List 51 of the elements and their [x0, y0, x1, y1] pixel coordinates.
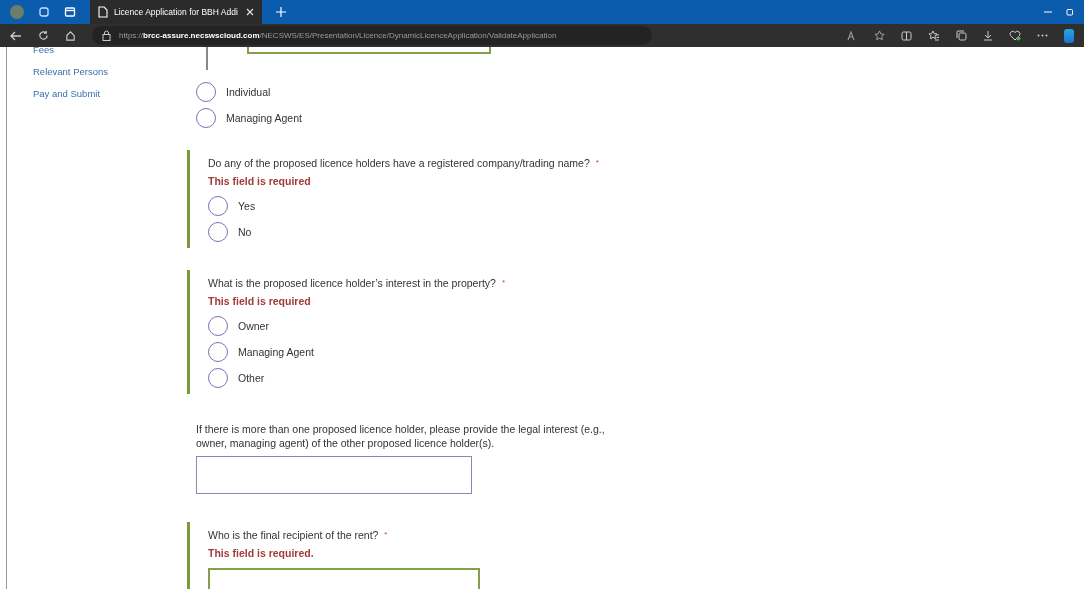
tab-actions-icon[interactable]: [64, 6, 76, 18]
close-icon[interactable]: [246, 8, 254, 16]
browser-tab[interactable]: Licence Application for BBH Addi: [90, 0, 262, 24]
radio-label: Managing Agent: [238, 346, 314, 358]
favorites-icon[interactable]: [928, 30, 940, 41]
text-field[interactable]: [247, 47, 491, 54]
restore-icon[interactable]: [1066, 8, 1074, 16]
collections-icon[interactable]: [956, 30, 967, 41]
minimize-icon[interactable]: [1044, 8, 1052, 16]
text-field[interactable]: [196, 456, 472, 494]
radio-label: Yes: [238, 200, 256, 212]
radio-label: No: [238, 226, 252, 238]
page-icon: [98, 6, 108, 18]
required-asterisk: *: [384, 530, 388, 539]
error-message: This field is required: [208, 175, 312, 187]
radio-label: Managing Agent: [226, 112, 302, 124]
question-label: Who is the final recipient of the rent?: [208, 529, 379, 541]
sidebar-link[interactable]: Pay and Submit: [33, 88, 187, 99]
required-asterisk: *: [595, 158, 599, 167]
question-label: What is the proposed licence holder’s interest in the property?: [208, 277, 496, 289]
heart-icon[interactable]: [1009, 30, 1021, 41]
question-label: If there is more than one proposed licence holder, please provide the legal interest (e.g., owner, managing agent) of the other proposed licence holder(s).: [196, 423, 605, 449]
sidebar-link[interactable]: Relevant Persons: [33, 66, 187, 77]
radio-label: Individual: [226, 86, 271, 98]
tab-title: Licence Application for BBH Addi: [114, 7, 239, 17]
download-icon[interactable]: [983, 30, 993, 41]
workspaces-icon[interactable]: [38, 6, 50, 18]
radio-button[interactable]: [208, 368, 228, 388]
radio-button[interactable]: [208, 222, 228, 242]
refresh-icon[interactable]: [38, 30, 49, 41]
question-label: Do any of the proposed licence holders have a registered company/trading name?: [208, 157, 590, 169]
radio-button[interactable]: [196, 82, 216, 102]
lock-icon: [102, 30, 111, 41]
error-message: This field is required: [208, 295, 312, 307]
radio-button[interactable]: [208, 342, 228, 362]
required-asterisk: *: [501, 278, 505, 287]
radio-label: Owner: [238, 320, 269, 332]
more-icon[interactable]: [1037, 34, 1048, 37]
home-icon[interactable]: [65, 30, 76, 41]
radio-button[interactable]: [208, 316, 228, 336]
radio-button[interactable]: [208, 196, 228, 216]
sidebar-link[interactable]: Fees: [33, 47, 187, 55]
radio-label: Other: [238, 372, 265, 384]
address-field[interactable]: https://brcc-assure.necswscloud.com/NECSWS/ES/Presentation/Licence/DynamicLicenceApplication/ValidateApplication: [92, 26, 652, 45]
star-icon[interactable]: [874, 30, 885, 41]
radio-button[interactable]: [196, 108, 216, 128]
copilot-icon[interactable]: [1064, 28, 1074, 43]
new-tab-icon[interactable]: [276, 7, 286, 17]
split-screen-icon[interactable]: [901, 30, 912, 41]
error-message: This field is required.: [208, 547, 315, 559]
back-icon[interactable]: [10, 30, 22, 41]
